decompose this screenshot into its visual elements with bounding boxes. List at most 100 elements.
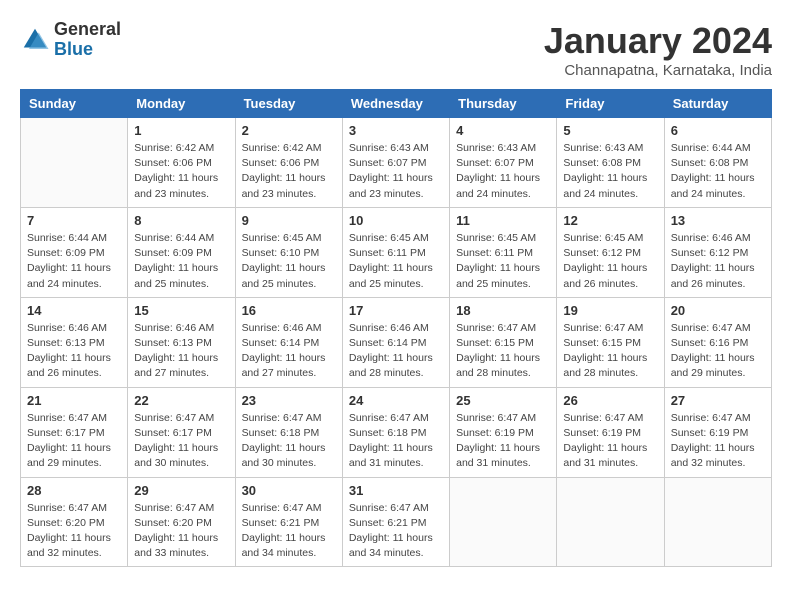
calendar-table: SundayMondayTuesdayWednesdayThursdayFrid… xyxy=(20,89,772,567)
day-number: 28 xyxy=(27,483,121,498)
calendar-cell: 28 Sunrise: 6:47 AMSunset: 6:20 PMDayligh… xyxy=(21,477,128,567)
day-header-friday: Friday xyxy=(557,90,664,118)
calendar-cell xyxy=(21,118,128,208)
day-number: 15 xyxy=(134,303,228,318)
day-info: Sunrise: 6:46 AMSunset: 6:14 PMDaylight:… xyxy=(349,321,443,382)
calendar-header: SundayMondayTuesdayWednesdayThursdayFrid… xyxy=(21,90,772,118)
day-number: 18 xyxy=(456,303,550,318)
logo-blue-text: Blue xyxy=(54,40,121,60)
day-info: Sunrise: 6:42 AMSunset: 6:06 PMDaylight:… xyxy=(242,141,336,202)
day-header-saturday: Saturday xyxy=(664,90,771,118)
day-number: 20 xyxy=(671,303,765,318)
day-info: Sunrise: 6:44 AMSunset: 6:08 PMDaylight:… xyxy=(671,141,765,202)
calendar-body: 1Sunrise: 6:42 AMSunset: 6:06 PMDaylight… xyxy=(21,118,772,567)
calendar-cell: 3 Sunrise: 6:43 AMSunset: 6:07 PMDaylight… xyxy=(342,118,449,208)
calendar-cell: 22 Sunrise: 6:47 AMSunset: 6:17 PMDayligh… xyxy=(128,387,235,477)
day-info: Sunrise: 6:47 AMSunset: 6:16 PMDaylight:… xyxy=(671,321,765,382)
calendar-cell xyxy=(664,477,771,567)
day-number: 3 xyxy=(349,123,443,138)
logo-general: General xyxy=(54,20,121,40)
calendar-cell: 12 Sunrise: 6:45 AMSunset: 6:12 PMDayligh… xyxy=(557,207,664,297)
day-info: Sunrise: 6:46 AMSunset: 6:13 PMDaylight:… xyxy=(27,321,121,382)
calendar-cell xyxy=(557,477,664,567)
day-info: Sunrise: 6:44 AMSunset: 6:09 PMDaylight:… xyxy=(134,231,228,292)
calendar-cell: 27Sunrise: 6:47 AMSunset: 6:19 PMDayligh… xyxy=(664,387,771,477)
day-number: 10 xyxy=(349,213,443,228)
day-number: 29 xyxy=(134,483,228,498)
month-title: January 2024 xyxy=(544,20,772,62)
day-number: 22 xyxy=(134,393,228,408)
day-info: Sunrise: 6:47 AMSunset: 6:19 PMDaylight:… xyxy=(671,411,765,472)
page-header: General Blue January 2024 Channapatna, K… xyxy=(20,20,772,79)
calendar-cell: 13 Sunrise: 6:46 AMSunset: 6:12 PMDayligh… xyxy=(664,207,771,297)
day-header-wednesday: Wednesday xyxy=(342,90,449,118)
day-number: 11 xyxy=(456,213,550,228)
calendar-cell: 20 Sunrise: 6:47 AMSunset: 6:16 PMDayligh… xyxy=(664,297,771,387)
day-info: Sunrise: 6:47 AMSunset: 6:21 PMDaylight:… xyxy=(349,501,443,562)
day-info: Sunrise: 6:43 AMSunset: 6:07 PMDaylight:… xyxy=(456,141,550,202)
title-section: January 2024 Channapatna, Karnataka, Ind… xyxy=(544,20,772,79)
day-number: 23 xyxy=(242,393,336,408)
day-header-sunday: Sunday xyxy=(21,90,128,118)
day-info: Sunrise: 6:47 AMSunset: 6:18 PMDaylight:… xyxy=(242,411,336,472)
calendar-cell: 17Sunrise: 6:46 AMSunset: 6:14 PMDayligh… xyxy=(342,297,449,387)
calendar-cell: 10 Sunrise: 6:45 AMSunset: 6:11 PMDayligh… xyxy=(342,207,449,297)
day-info: Sunrise: 6:45 AMSunset: 6:12 PMDaylight:… xyxy=(563,231,657,292)
day-header-tuesday: Tuesday xyxy=(235,90,342,118)
calendar-cell: 23 Sunrise: 6:47 AMSunset: 6:18 PMDayligh… xyxy=(235,387,342,477)
calendar-cell: 2 Sunrise: 6:42 AMSunset: 6:06 PMDaylight… xyxy=(235,118,342,208)
day-number: 14 xyxy=(27,303,121,318)
day-info: Sunrise: 6:47 AMSunset: 6:20 PMDaylight:… xyxy=(134,501,228,562)
day-number: 30 xyxy=(242,483,336,498)
day-number: 9 xyxy=(242,213,336,228)
day-info: Sunrise: 6:46 AMSunset: 6:14 PMDaylight:… xyxy=(242,321,336,382)
day-number: 13 xyxy=(671,213,765,228)
day-info: Sunrise: 6:43 AMSunset: 6:08 PMDaylight:… xyxy=(563,141,657,202)
calendar-cell: 19 Sunrise: 6:47 AMSunset: 6:15 PMDayligh… xyxy=(557,297,664,387)
day-info: Sunrise: 6:47 AMSunset: 6:17 PMDaylight:… xyxy=(134,411,228,472)
day-number: 4 xyxy=(456,123,550,138)
week-row-4: 28 Sunrise: 6:47 AMSunset: 6:20 PMDayligh… xyxy=(21,477,772,567)
logo-icon xyxy=(20,25,50,55)
day-number: 12 xyxy=(563,213,657,228)
day-header-monday: Monday xyxy=(128,90,235,118)
calendar-cell: 5Sunrise: 6:43 AMSunset: 6:08 PMDaylight… xyxy=(557,118,664,208)
day-info: Sunrise: 6:47 AMSunset: 6:15 PMDaylight:… xyxy=(456,321,550,382)
day-info: Sunrise: 6:47 AMSunset: 6:19 PMDaylight:… xyxy=(456,411,550,472)
day-number: 21 xyxy=(27,393,121,408)
week-row-1: 7 Sunrise: 6:44 AMSunset: 6:09 PMDaylight… xyxy=(21,207,772,297)
calendar-cell: 1Sunrise: 6:42 AMSunset: 6:06 PMDaylight… xyxy=(128,118,235,208)
calendar-cell: 29 Sunrise: 6:47 AMSunset: 6:20 PMDayligh… xyxy=(128,477,235,567)
calendar-cell: 14 Sunrise: 6:46 AMSunset: 6:13 PMDayligh… xyxy=(21,297,128,387)
calendar-cell: 26 Sunrise: 6:47 AMSunset: 6:19 PMDayligh… xyxy=(557,387,664,477)
day-number: 19 xyxy=(563,303,657,318)
calendar-cell: 4 Sunrise: 6:43 AMSunset: 6:07 PMDaylight… xyxy=(450,118,557,208)
day-number: 24 xyxy=(349,393,443,408)
days-of-week-row: SundayMondayTuesdayWednesdayThursdayFrid… xyxy=(21,90,772,118)
calendar-cell: 11 Sunrise: 6:45 AMSunset: 6:11 PMDayligh… xyxy=(450,207,557,297)
day-info: Sunrise: 6:47 AMSunset: 6:15 PMDaylight:… xyxy=(563,321,657,382)
day-info: Sunrise: 6:46 AMSunset: 6:12 PMDaylight:… xyxy=(671,231,765,292)
day-number: 26 xyxy=(563,393,657,408)
calendar-cell: 24Sunrise: 6:47 AMSunset: 6:18 PMDayligh… xyxy=(342,387,449,477)
day-info: Sunrise: 6:47 AMSunset: 6:19 PMDaylight:… xyxy=(563,411,657,472)
week-row-0: 1Sunrise: 6:42 AMSunset: 6:06 PMDaylight… xyxy=(21,118,772,208)
calendar-cell: 31Sunrise: 6:47 AMSunset: 6:21 PMDayligh… xyxy=(342,477,449,567)
logo-text: General Blue xyxy=(54,20,121,60)
logo: General Blue xyxy=(20,20,121,60)
calendar-cell: 9Sunrise: 6:45 AMSunset: 6:10 PMDaylight… xyxy=(235,207,342,297)
day-number: 2 xyxy=(242,123,336,138)
day-info: Sunrise: 6:43 AMSunset: 6:07 PMDaylight:… xyxy=(349,141,443,202)
day-info: Sunrise: 6:45 AMSunset: 6:11 PMDaylight:… xyxy=(349,231,443,292)
day-info: Sunrise: 6:46 AMSunset: 6:13 PMDaylight:… xyxy=(134,321,228,382)
location: Channapatna, Karnataka, India xyxy=(544,62,772,79)
day-number: 16 xyxy=(242,303,336,318)
day-info: Sunrise: 6:47 AMSunset: 6:17 PMDaylight:… xyxy=(27,411,121,472)
calendar-cell: 16 Sunrise: 6:46 AMSunset: 6:14 PMDayligh… xyxy=(235,297,342,387)
day-info: Sunrise: 6:47 AMSunset: 6:20 PMDaylight:… xyxy=(27,501,121,562)
day-info: Sunrise: 6:42 AMSunset: 6:06 PMDaylight:… xyxy=(134,141,228,202)
day-info: Sunrise: 6:45 AMSunset: 6:11 PMDaylight:… xyxy=(456,231,550,292)
day-info: Sunrise: 6:44 AMSunset: 6:09 PMDaylight:… xyxy=(27,231,121,292)
day-number: 7 xyxy=(27,213,121,228)
calendar-cell: 7 Sunrise: 6:44 AMSunset: 6:09 PMDaylight… xyxy=(21,207,128,297)
